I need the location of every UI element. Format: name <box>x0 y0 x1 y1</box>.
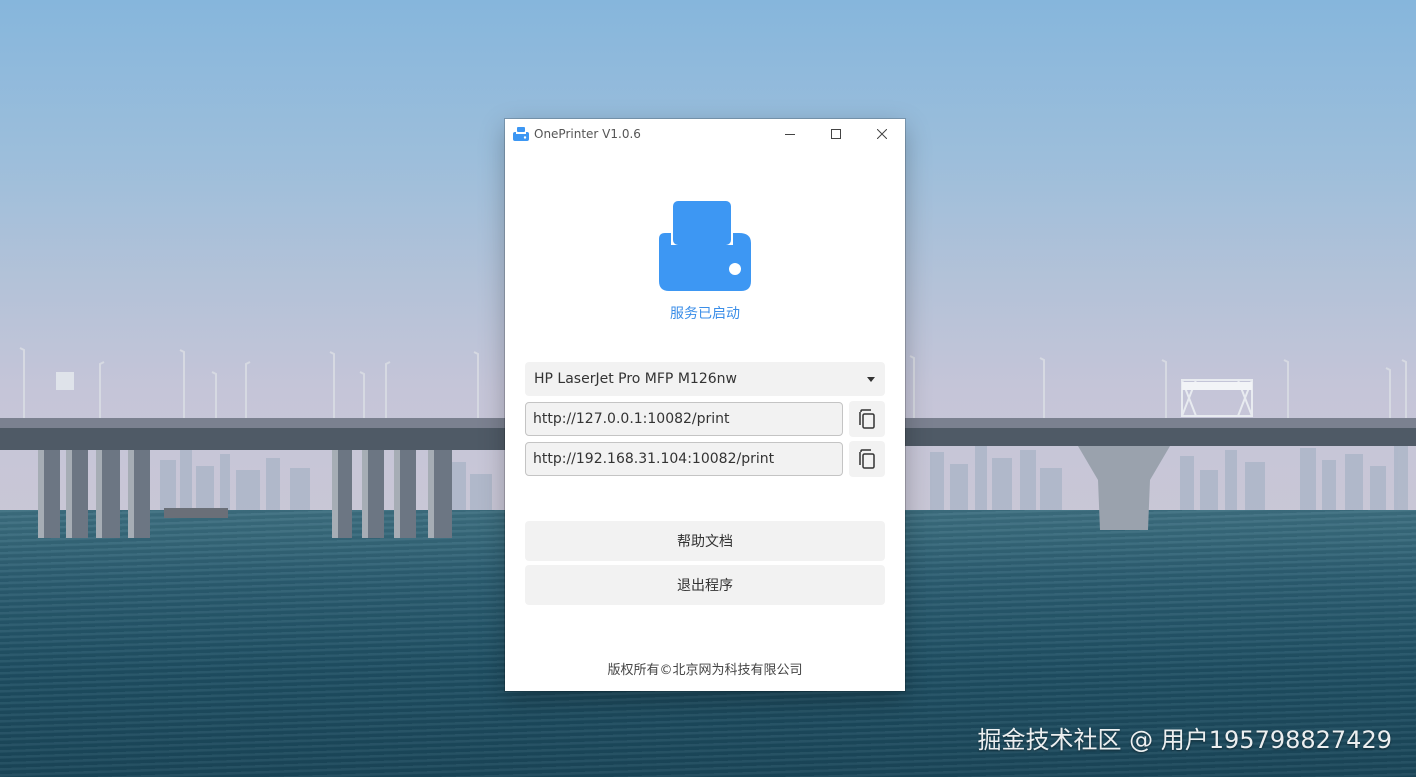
printer-icon <box>659 201 751 291</box>
close-icon <box>877 129 887 139</box>
printer-select[interactable]: HP LaserJet Pro MFP M126nw <box>525 362 885 396</box>
copy-local-url-button[interactable] <box>849 401 885 437</box>
url-row-lan <box>525 441 885 477</box>
printer-select-value: HP LaserJet Pro MFP M126nw <box>534 371 737 387</box>
service-status: 服务已启动 <box>670 306 740 322</box>
copy-icon <box>859 449 875 469</box>
maximize-icon <box>831 129 841 139</box>
minimize-button[interactable] <box>767 119 813 149</box>
copyright-text: 版权所有©北京网为科技有限公司 <box>607 663 803 678</box>
lan-url-field[interactable] <box>525 442 843 476</box>
minimize-icon <box>785 134 795 135</box>
local-url-field[interactable] <box>525 402 843 436</box>
exit-program-button[interactable]: 退出程序 <box>525 565 885 605</box>
printer-icon <box>513 126 529 142</box>
help-docs-button[interactable]: 帮助文档 <box>525 521 885 561</box>
url-row-local <box>525 401 885 437</box>
window-title: OnePrinter V1.0.6 <box>534 127 641 141</box>
window-controls <box>767 119 905 149</box>
chevron-down-icon <box>867 376 875 382</box>
close-button[interactable] <box>859 119 905 149</box>
oneprinter-window: OnePrinter V1.0.6 服务已启动 HP LaserJet Pro … <box>505 119 905 691</box>
title-bar[interactable]: OnePrinter V1.0.6 <box>505 119 905 149</box>
maximize-button[interactable] <box>813 119 859 149</box>
copy-icon <box>859 409 875 429</box>
copy-lan-url-button[interactable] <box>849 441 885 477</box>
watermark-text: 掘金技术社区 @ 用户195798827429 <box>977 726 1393 754</box>
